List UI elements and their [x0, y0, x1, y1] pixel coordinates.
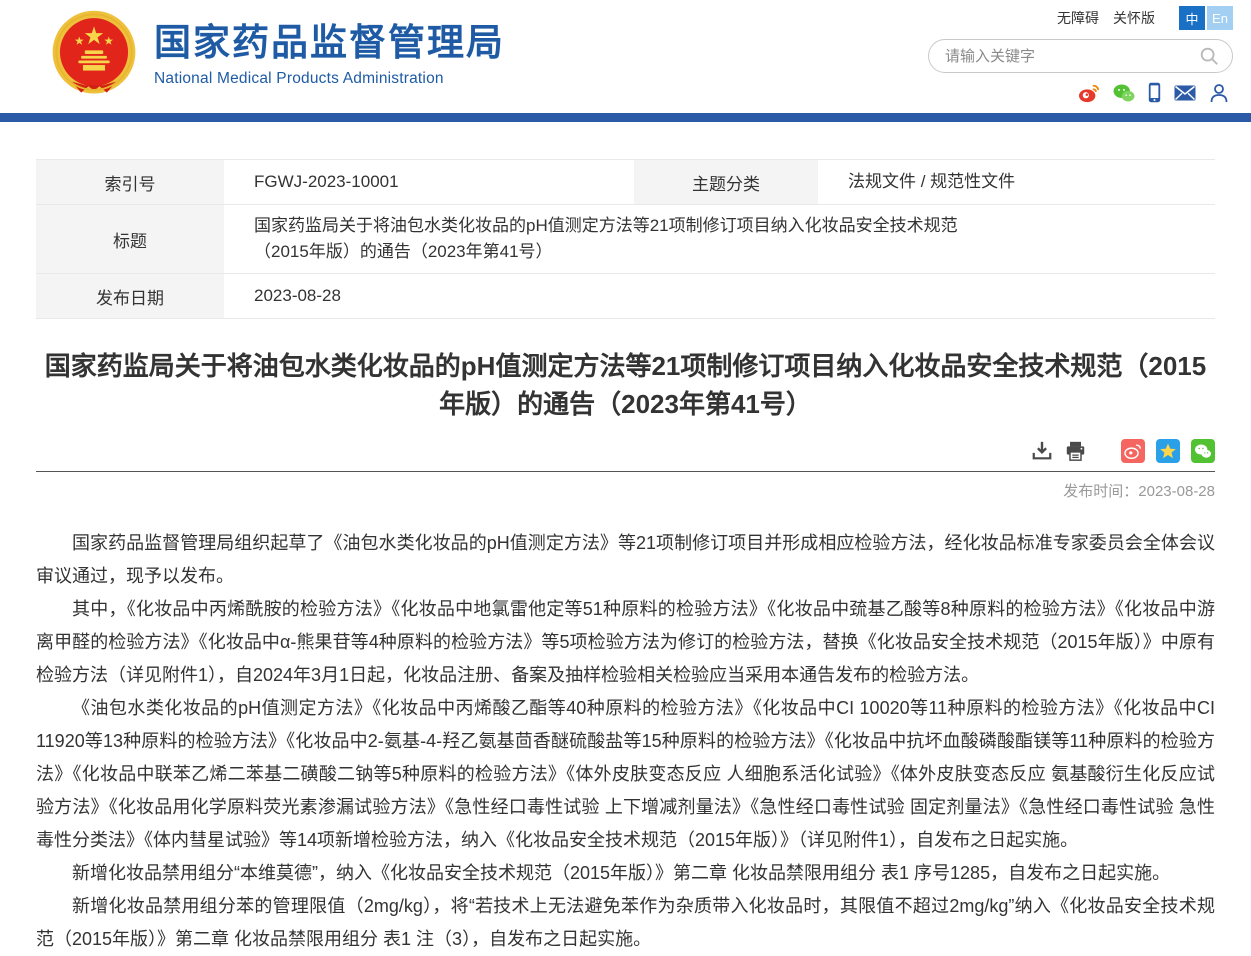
topbar: 无障碍 关怀版 中 En [1057, 6, 1233, 30]
meta-category-label: 主题分类 [634, 160, 818, 204]
search-input[interactable] [945, 48, 1198, 65]
site-brand[interactable]: 国家药品监督管理局 National Medical Products Admi… [48, 8, 505, 100]
weibo-icon[interactable] [1078, 83, 1100, 103]
meta-index-value: FGWJ-2023-10001 [228, 160, 630, 204]
article-toolbar [36, 439, 1215, 463]
title-divider [36, 471, 1215, 472]
article-body: 国家药品监督管理局组织起草了《油包水类化妆品的pH值测定方法》等21项制修订项目… [36, 527, 1215, 956]
article-paragraph: 其中，《化妆品中丙烯酰胺的检验方法》《化妆品中地氯雷他定等51种原料的检验方法》… [36, 593, 1215, 692]
page-title: 国家药监局关于将油包水类化妆品的pH值测定方法等21项制修订项目纳入化妆品安全技… [36, 347, 1215, 423]
share-qzone-button[interactable] [1156, 439, 1180, 463]
lang-en-button[interactable]: En [1207, 6, 1233, 30]
meta-title-line2: （2015年版）的通告（2023年第41号） [254, 239, 1205, 265]
document-meta-table: 索引号 FGWJ-2023-10001 主题分类 法规文件 / 规范性文件 标题… [36, 159, 1215, 319]
meta-title-label: 标题 [36, 205, 224, 273]
table-row: 发布日期 2023-08-28 [36, 274, 1215, 319]
accessibility-link[interactable]: 无障碍 [1057, 8, 1099, 28]
site-title-zh: 国家药品监督管理局 [154, 20, 505, 66]
lang-zh-button[interactable]: 中 [1179, 6, 1205, 30]
wechat-icon[interactable] [1113, 83, 1135, 103]
share-weibo-button[interactable] [1121, 439, 1145, 463]
site-header: 国家药品监督管理局 National Medical Products Admi… [0, 0, 1251, 113]
meta-title-value: 国家药监局关于将油包水类化妆品的pH值测定方法等21项制修订项目纳入化妆品安全技… [228, 205, 1215, 273]
email-icon[interactable] [1174, 85, 1196, 101]
meta-date-label: 发布日期 [36, 274, 224, 318]
article-paragraph: 国家药品监督管理局组织起草了《油包水类化妆品的pH值测定方法》等21项制修订项目… [36, 527, 1215, 593]
article-paragraph: 新增化妆品禁用组分“本维莫德”，纳入《化妆品安全技术规范（2015年版）》第二章… [36, 857, 1215, 890]
article-paragraph: 新增化妆品禁用组分苯的管理限值（2mg/kg），将“若技术上无法避免苯作为杂质带… [36, 890, 1215, 956]
mobile-icon[interactable] [1148, 82, 1161, 103]
site-title-en: National Medical Products Administration [154, 70, 505, 88]
meta-title-line1: 国家药监局关于将油包水类化妆品的pH值测定方法等21项制修订项目纳入化妆品安全技… [254, 213, 1205, 239]
publish-time: 发布时间：2023-08-28 [36, 480, 1215, 501]
download-icon[interactable] [1031, 440, 1053, 462]
language-switch: 中 En [1179, 6, 1233, 30]
national-emblem-logo [48, 8, 140, 100]
header-right: 无障碍 关怀版 中 En [928, 6, 1233, 103]
print-icon[interactable] [1064, 440, 1087, 462]
care-version-link[interactable]: 关怀版 [1113, 8, 1155, 28]
meta-date-value: 2023-08-28 [228, 274, 1215, 318]
meta-index-label: 索引号 [36, 160, 224, 204]
table-row: 标题 国家药监局关于将油包水类化妆品的pH值测定方法等21项制修订项目纳入化妆品… [36, 205, 1215, 274]
main-content: 索引号 FGWJ-2023-10001 主题分类 法规文件 / 规范性文件 标题… [0, 159, 1251, 956]
search-icon[interactable] [1198, 45, 1220, 67]
header-divider-bar [0, 113, 1251, 122]
share-wechat-button[interactable] [1191, 439, 1215, 463]
meta-category-value: 法规文件 / 规范性文件 [822, 160, 1215, 204]
header-social-icons [1078, 82, 1233, 103]
search-box[interactable] [928, 39, 1233, 73]
article-paragraph: 《油包水类化妆品的pH值测定方法》《化妆品中丙烯酸乙酯等40种原料的检验方法》《… [36, 692, 1215, 857]
user-icon[interactable] [1209, 83, 1229, 103]
table-row: 索引号 FGWJ-2023-10001 主题分类 法规文件 / 规范性文件 [36, 159, 1215, 205]
site-title-block: 国家药品监督管理局 National Medical Products Admi… [154, 20, 505, 87]
